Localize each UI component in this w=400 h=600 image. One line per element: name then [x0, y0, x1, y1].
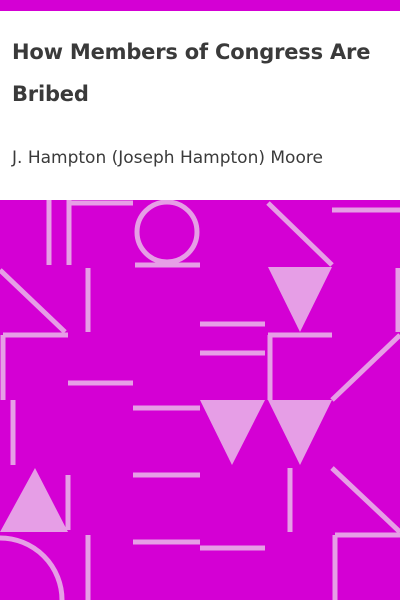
- accent-bar: [0, 0, 400, 11]
- book-author: J. Hampton (Joseph Hampton) Moore: [12, 148, 323, 168]
- title-block: How Members of Congress Are Bribed J. Ha…: [0, 11, 400, 200]
- book-title: How Members of Congress Are Bribed: [12, 40, 371, 106]
- book-cover: How Members of Congress Are Bribed J. Ha…: [0, 0, 400, 600]
- geometric-pattern-icon: [0, 200, 400, 600]
